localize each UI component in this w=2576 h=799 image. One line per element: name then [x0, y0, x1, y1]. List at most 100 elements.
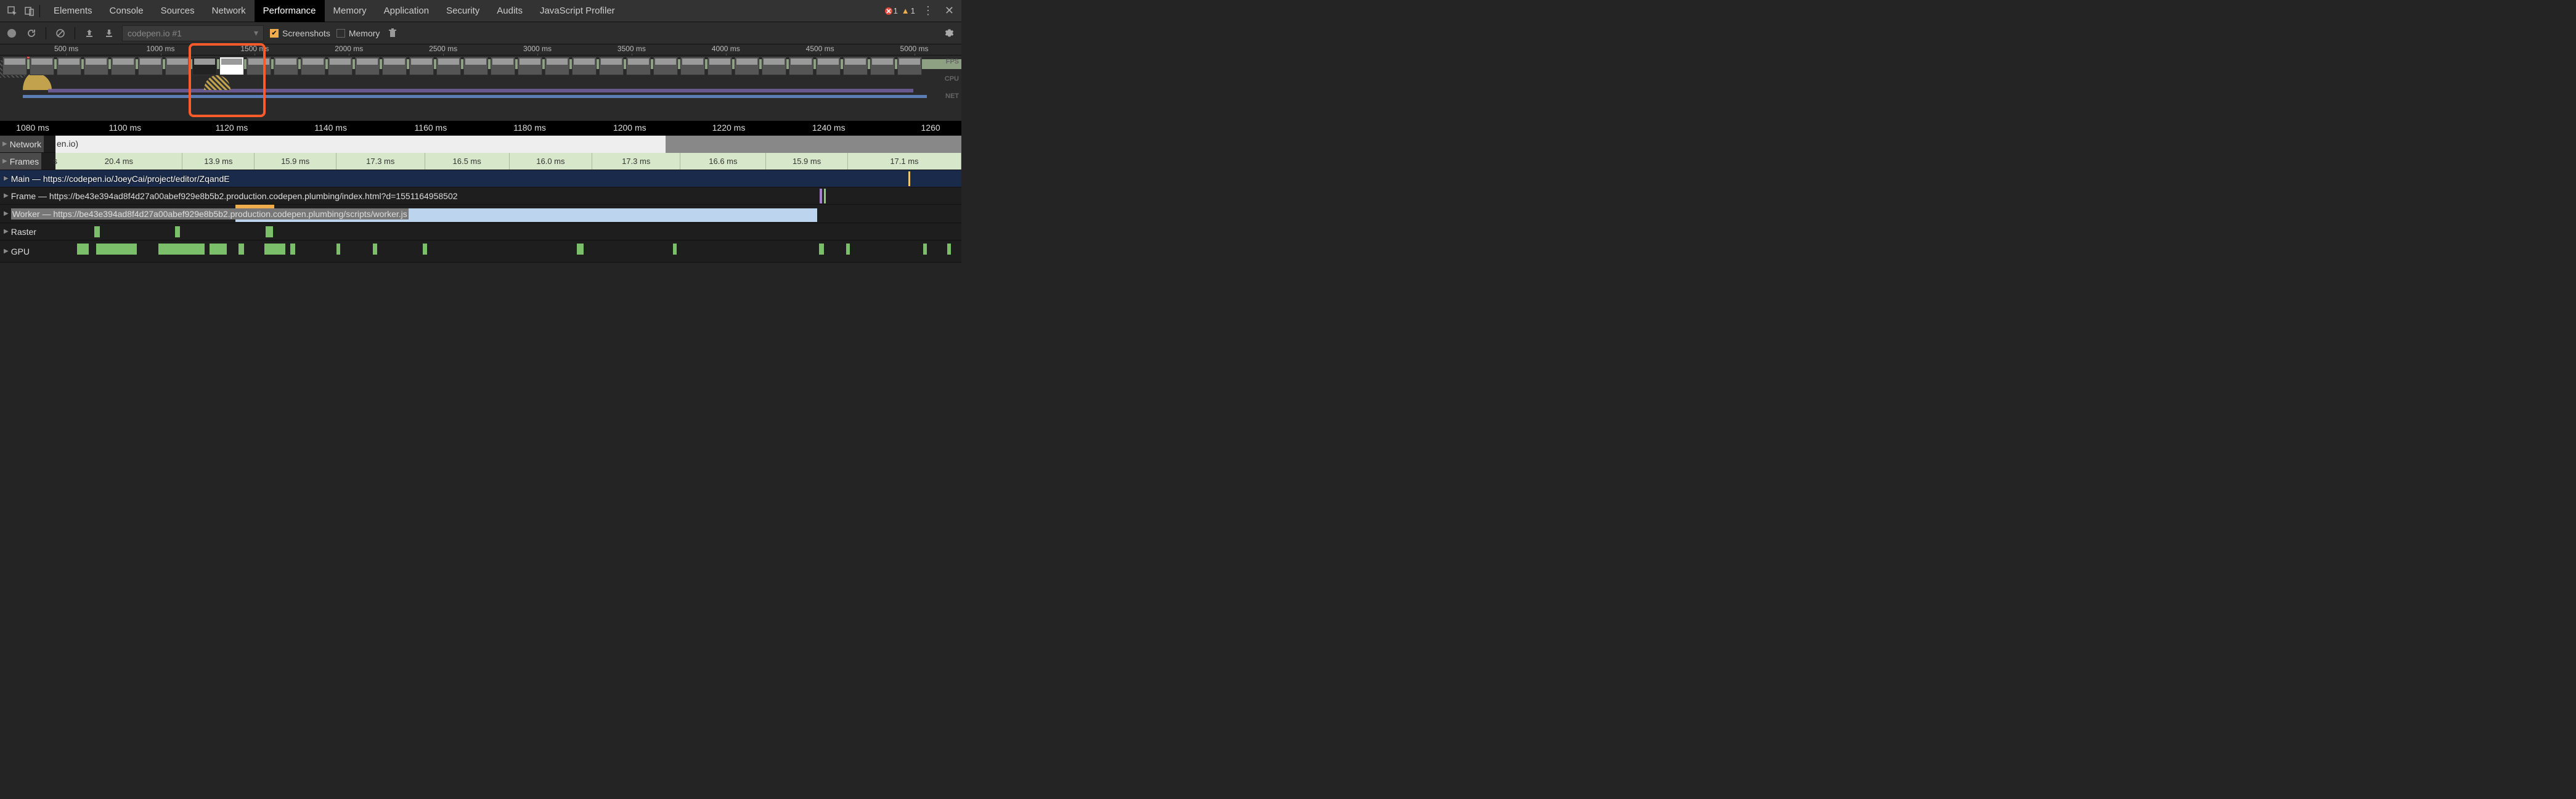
- memory-checkbox[interactable]: Memory: [336, 28, 380, 38]
- screenshot-thumb[interactable]: [301, 57, 325, 75]
- flame-bar[interactable]: [266, 226, 273, 237]
- frame-segment[interactable]: 13.9 ms: [182, 153, 255, 170]
- screenshot-thumb[interactable]: [653, 57, 678, 75]
- flame-bar[interactable]: [77, 244, 89, 255]
- flame-bar[interactable]: [908, 171, 910, 186]
- flame-bar[interactable]: [846, 244, 850, 255]
- screenshot-thumb[interactable]: [219, 57, 244, 75]
- close-icon[interactable]: ✕: [941, 4, 958, 17]
- screenshot-thumb[interactable]: [57, 57, 81, 75]
- flame-bar[interactable]: [96, 244, 137, 255]
- flame-bar[interactable]: [423, 244, 426, 255]
- screenshot-thumb[interactable]: [192, 57, 217, 75]
- kebab-menu-icon[interactable]: ⋮: [919, 4, 937, 17]
- screenshot-filmstrip[interactable]: [0, 55, 961, 76]
- screenshot-thumb[interactable]: [355, 57, 380, 75]
- tab-jsprofiler[interactable]: JavaScript Profiler: [531, 0, 624, 22]
- screenshot-thumb[interactable]: [707, 57, 732, 75]
- flame-bar[interactable]: [336, 244, 340, 255]
- screenshot-thumb[interactable]: [870, 57, 895, 75]
- flame-bar[interactable]: [820, 189, 822, 203]
- screenshot-thumb[interactable]: [843, 57, 868, 75]
- expander-icon[interactable]: ▶: [4, 175, 9, 182]
- screenshot-thumb[interactable]: [165, 57, 190, 75]
- screenshot-thumb[interactable]: [382, 57, 407, 75]
- flame-bar[interactable]: [947, 244, 951, 255]
- frame-segment[interactable]: 16.5 ms: [425, 153, 510, 170]
- garbage-collect-button[interactable]: [386, 27, 399, 40]
- reload-record-button[interactable]: [25, 27, 38, 40]
- frame-segment[interactable]: 15.9 ms: [766, 153, 848, 170]
- frame-segment[interactable]: 16.0 ms: [510, 153, 592, 170]
- screenshots-checkbox[interactable]: ✔ Screenshots: [270, 28, 330, 38]
- error-badge[interactable]: 1: [885, 6, 898, 15]
- track-worker[interactable]: ▶ Worker — https://be43e394ad8f4d27a00ab…: [0, 205, 961, 223]
- frame-segment[interactable]: 17.3 ms: [592, 153, 681, 170]
- overview-minimap[interactable]: FPS CPU NET: [0, 55, 961, 121]
- device-toolbar-icon[interactable]: [21, 2, 38, 20]
- screenshot-thumb[interactable]: [599, 57, 624, 75]
- frame-segment[interactable]: 15.9 ms: [255, 153, 336, 170]
- frame-segment[interactable]: 17.3 ms: [336, 153, 425, 170]
- screenshot-thumb[interactable]: [518, 57, 542, 75]
- flame-bar[interactable]: [373, 244, 377, 255]
- flame-bar[interactable]: [824, 189, 826, 203]
- download-profile-button[interactable]: [102, 27, 116, 40]
- screenshot-thumb[interactable]: [572, 57, 597, 75]
- screenshot-thumb[interactable]: [247, 57, 271, 75]
- screenshot-thumb[interactable]: [328, 57, 353, 75]
- screenshot-thumb[interactable]: [84, 57, 108, 75]
- upload-profile-button[interactable]: [83, 27, 96, 40]
- flame-bar[interactable]: [577, 244, 584, 255]
- screenshot-thumb[interactable]: [463, 57, 488, 75]
- tab-audits[interactable]: Audits: [488, 0, 531, 22]
- track-frame[interactable]: ▶ Frame — https://be43e394ad8f4d27a00abe…: [0, 187, 961, 205]
- flame-bar[interactable]: [158, 244, 205, 255]
- expander-icon[interactable]: ▶: [4, 228, 9, 235]
- expander-icon[interactable]: ▶: [4, 210, 9, 217]
- flame-bar[interactable]: [175, 226, 180, 237]
- flame-bar[interactable]: [264, 244, 285, 255]
- screenshot-thumb[interactable]: [138, 57, 163, 75]
- tab-sources[interactable]: Sources: [152, 0, 203, 22]
- network-segment[interactable]: [55, 136, 666, 153]
- frame-segment[interactable]: 17.1 ms: [848, 153, 961, 170]
- tab-memory[interactable]: Memory: [325, 0, 375, 22]
- overview-ruler[interactable]: 500 ms 1000 ms 1500 ms 2000 ms 2500 ms 3…: [0, 44, 961, 55]
- screenshot-thumb[interactable]: [30, 57, 54, 75]
- flame-bar[interactable]: [94, 226, 100, 237]
- track-main[interactable]: ▶ Main — https://codepen.io/JoeyCai/proj…: [0, 170, 961, 187]
- screenshot-thumb[interactable]: [762, 57, 786, 75]
- expander-icon[interactable]: ▶: [4, 248, 9, 255]
- screenshot-thumb[interactable]: [735, 57, 759, 75]
- tab-performance[interactable]: Performance: [255, 0, 325, 22]
- screenshot-thumb[interactable]: [816, 57, 841, 75]
- frame-segment[interactable]: 16.6 ms: [680, 153, 766, 170]
- screenshot-thumb[interactable]: [274, 57, 298, 75]
- tab-security[interactable]: Security: [438, 0, 488, 22]
- flame-bar[interactable]: [238, 244, 244, 255]
- tab-network[interactable]: Network: [203, 0, 255, 22]
- flame-bar[interactable]: [923, 244, 927, 255]
- record-button[interactable]: [5, 27, 18, 40]
- track-network[interactable]: ▶ Network en.io): [0, 136, 961, 153]
- screenshot-thumb[interactable]: [436, 57, 461, 75]
- frame-segment[interactable]: 20.4 ms: [55, 153, 182, 170]
- inspect-element-icon[interactable]: [4, 2, 21, 20]
- warning-badge[interactable]: ▲ 1: [902, 6, 915, 15]
- screenshot-thumb[interactable]: [409, 57, 434, 75]
- expander-icon[interactable]: ▶: [2, 158, 7, 165]
- settings-gear-icon[interactable]: [943, 27, 956, 40]
- flame-bar[interactable]: [210, 244, 227, 255]
- screenshot-thumb[interactable]: [789, 57, 813, 75]
- track-gpu[interactable]: ▶ GPU: [0, 240, 961, 263]
- recording-select[interactable]: codepen.io #1 ▾: [122, 25, 264, 41]
- expander-icon[interactable]: ▶: [2, 141, 7, 147]
- screenshot-thumb[interactable]: [491, 57, 515, 75]
- screenshot-thumb[interactable]: [897, 57, 922, 75]
- flame-bar[interactable]: [819, 244, 824, 255]
- tab-elements[interactable]: Elements: [45, 0, 101, 22]
- clear-button[interactable]: [54, 27, 67, 40]
- screenshot-thumb[interactable]: [680, 57, 705, 75]
- tab-console[interactable]: Console: [101, 0, 152, 22]
